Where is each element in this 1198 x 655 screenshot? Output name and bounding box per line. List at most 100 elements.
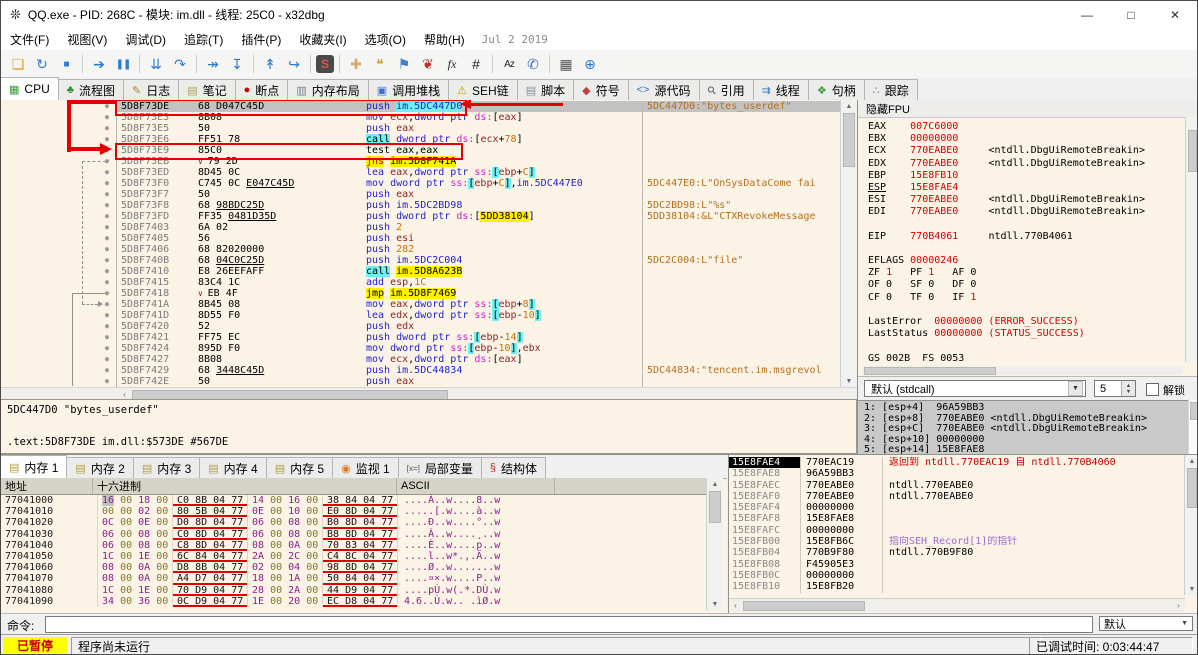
- breakpoint-dot[interactable]: ●: [98, 376, 117, 387]
- hash-icon[interactable]: #: [465, 54, 487, 74]
- tab-source[interactable]: <> 源代码: [627, 79, 700, 100]
- step-into-icon[interactable]: ⇊: [145, 54, 167, 74]
- phone-icon[interactable]: ✆: [522, 54, 544, 74]
- goto-user-icon[interactable]: ↪: [283, 54, 305, 74]
- scroll-thumb[interactable]: [1187, 468, 1197, 508]
- disasm-row[interactable]: ● 5D8F7429 68 3448C45D push im.5DC44834 5DC4…: [98, 365, 841, 376]
- register-line[interactable]: CF 0 TF 0 IF 1: [868, 292, 1185, 304]
- arguments-vscrollbar[interactable]: [1188, 400, 1197, 454]
- menu-item[interactable]: 收藏夹(I): [290, 28, 355, 50]
- scroll-up-icon[interactable]: ▲: [707, 478, 723, 490]
- menu-item[interactable]: 追踪(T): [175, 28, 232, 50]
- register-line[interactable]: [868, 340, 1185, 352]
- tab-seh[interactable]: ⚠ SEH链: [448, 79, 518, 100]
- stack-hscrollbar[interactable]: ‹ ›: [729, 598, 1185, 612]
- register-line[interactable]: EAX 007C6000: [868, 121, 1185, 133]
- tab-mem4[interactable]: ▤ 内存 4: [199, 457, 267, 478]
- open-file-icon[interactable]: ❏: [7, 54, 29, 74]
- tab-mem5[interactable]: ▤ 内存 5: [265, 457, 334, 478]
- disasm-row[interactable]: ● 5D8F741D 8D55 F0 lea edx,dword ptr ss:[eb…: [98, 310, 841, 321]
- disasm-row[interactable]: ● 5D8F7424 895D F0 mov dword ptr ss:[ebp-10…: [98, 343, 841, 354]
- scroll-left-icon[interactable]: ‹: [729, 599, 742, 612]
- close-button[interactable]: ✕: [1153, 1, 1197, 28]
- tab-mem1[interactable]: ▤ 内存 1: [1, 455, 68, 478]
- dump-rows[interactable]: 77041000 16 00 18 00 C0 8B 04 77 14 00 16 0…: [1, 495, 707, 607]
- breakpoint-dot[interactable]: ●: [98, 277, 117, 288]
- dump-row[interactable]: 77041020 0C 00 0E 00 D0 8D 04 77 06 00 08 0…: [1, 517, 707, 529]
- stack-row[interactable]: 15E8FB08 F45905E3: [729, 558, 1185, 570]
- tab-symbols[interactable]: ◆ 符号: [573, 79, 629, 100]
- register-line[interactable]: OF 0 SF 0 DF 0: [868, 279, 1185, 291]
- breakpoint-dot[interactable]: ●: [98, 310, 117, 321]
- register-line[interactable]: [868, 243, 1185, 255]
- breakpoint-dot[interactable]: ●: [98, 244, 117, 255]
- stack-row[interactable]: 15E8FAF4 00000000: [729, 502, 1185, 514]
- menu-item[interactable]: 视图(V): [58, 28, 116, 50]
- tab-references[interactable]: ⚲ 引用: [698, 79, 754, 100]
- scroll-thumb[interactable]: [743, 601, 865, 611]
- register-line[interactable]: [868, 304, 1185, 316]
- maximize-button[interactable]: □: [1109, 1, 1153, 28]
- registers-hscrollbar[interactable]: [862, 366, 1183, 375]
- tab-threads[interactable]: ⇉ 线程: [752, 79, 809, 100]
- dump-row[interactable]: 77041030 06 00 08 00 C0 8D 04 77 06 00 08 0…: [1, 528, 707, 540]
- register-line[interactable]: ECX 770EABE0 <ntdll.DbgUiRemoteBreakin>: [868, 145, 1185, 157]
- register-line[interactable]: LastStatus 00000000 (STATUS_SUCCESS): [868, 328, 1185, 340]
- step-over-icon[interactable]: ↷: [169, 54, 191, 74]
- registers-list[interactable]: EAX 007C6000 EBX 00000000 ECX 770EABE0 <nt…: [868, 121, 1185, 365]
- menu-item[interactable]: 帮助(H): [415, 28, 474, 50]
- disasm-row[interactable]: ● 5D8F73FD FF35 0481D35D push dword ptr ds:…: [98, 211, 841, 222]
- disasm-row[interactable]: ● 5D8F73F8 68 98BDC25D push im.5DC2BD98 5DC2…: [98, 200, 841, 211]
- breakpoint-dot[interactable]: ●: [98, 233, 117, 244]
- disasm-vscrollbar[interactable]: ▲ ▼: [840, 100, 857, 387]
- stack-row[interactable]: 15E8FAEC 770EABE0 ntdll.770EABE0: [729, 479, 1185, 491]
- breakpoint-dot[interactable]: ●: [98, 211, 117, 222]
- unlock-checkbox[interactable]: [1146, 383, 1159, 396]
- disasm-row[interactable]: ● 5D8F742E 50 push eax: [98, 376, 841, 387]
- dump-row[interactable]: 77041040 06 00 08 00 C8 8D 04 77 08 00 0A 0…: [1, 539, 707, 551]
- bookmark-icon[interactable]: ❦: [417, 54, 439, 74]
- arg-count-spinner[interactable]: 5 ▲ ▼: [1094, 380, 1136, 397]
- function-icon[interactable]: fx: [441, 54, 463, 74]
- register-line[interactable]: EDX 770EABE0 <ntdll.DbgUiRemoteBreakin>: [868, 158, 1185, 170]
- disasm-row[interactable]: ● 5D8F7403 6A 02 push 2: [98, 222, 841, 233]
- stack-rows[interactable]: 15E8FAE4 770EAC19 返回到 ntdll.770EAC19 自 ntd…: [729, 457, 1185, 593]
- disasm-row[interactable]: ● 5D8F7410 E8 26EEFAFF call im.5D8A623B: [98, 266, 841, 277]
- disasm-row[interactable]: ● 5D8F7405 56 push esi: [98, 233, 841, 244]
- scroll-thumb[interactable]: [843, 113, 855, 167]
- scroll-down-icon[interactable]: ▼: [1185, 583, 1197, 595]
- breakpoint-dot[interactable]: ●: [98, 222, 117, 233]
- case-icon[interactable]: Az: [498, 54, 520, 74]
- stack-row[interactable]: 15E8FAF0 770EABE0 ntdll.770EABE0: [729, 490, 1185, 503]
- disasm-row[interactable]: ● 5D8F73ED 8D45 0C lea eax,dword ptr ss:[eb…: [98, 167, 841, 178]
- disasm-row[interactable]: ● 5D8F73F0 C745 0C E047C45D mov dword ptr s…: [98, 178, 841, 189]
- tab-cpu[interactable]: ▦ CPU: [1, 77, 59, 100]
- disasm-row[interactable]: ● 5D8F73E5 50 push eax: [98, 123, 841, 134]
- col-ascii[interactable]: ASCII: [397, 478, 555, 494]
- dump-row[interactable]: 77041090 34 00 36 00 0C D9 04 77 1E 00 20 0…: [1, 595, 707, 607]
- pause-icon[interactable]: ❚❚: [112, 54, 134, 74]
- register-line[interactable]: EDI 770EABE0 <ntdll.DbgUiRemoteBreakin>: [868, 206, 1185, 218]
- breakpoint-dot[interactable]: ●: [98, 189, 117, 200]
- calling-convention-select[interactable]: 默认 (stdcall) ▼: [864, 380, 1086, 397]
- stack-row[interactable]: 15E8FAF8 15E8FAE8: [729, 513, 1185, 525]
- stack-row[interactable]: 15E8FAFC 00000000: [729, 524, 1185, 537]
- register-line[interactable]: EFLAGS 00000246: [868, 255, 1185, 267]
- disasm-row[interactable]: ● 5D8F73F7 50 push eax: [98, 189, 841, 200]
- scroll-down-icon[interactable]: ▼: [707, 598, 723, 610]
- col-address[interactable]: 地址: [1, 478, 93, 494]
- menu-item[interactable]: 调试(D): [116, 28, 175, 50]
- disasm-row[interactable]: ● 5D8F7418 ∨ EB 4F jmp im.5D8F7469: [98, 288, 841, 299]
- spinner-arrows-icon[interactable]: ▲ ▼: [1121, 381, 1135, 396]
- menu-item[interactable]: 插件(P): [232, 28, 290, 50]
- execute-till-return-icon[interactable]: ↟: [259, 54, 281, 74]
- stack-row[interactable]: 15E8FB10 15E8FB20: [729, 581, 1185, 593]
- breakpoint-dot[interactable]: ●: [98, 266, 117, 277]
- tab-graph[interactable]: ♣ 流程图: [57, 79, 124, 100]
- register-line[interactable]: GS 002B FS 0053: [868, 353, 1185, 365]
- stack-vscrollbar[interactable]: ▲ ▼: [1184, 455, 1197, 595]
- register-line[interactable]: ESP 15E8FAE4: [868, 182, 1185, 194]
- tab-watch1[interactable]: ◉ 监视 1: [332, 457, 399, 478]
- comment-icon[interactable]: ❝: [369, 54, 391, 74]
- world-icon[interactable]: ⊕: [579, 54, 601, 74]
